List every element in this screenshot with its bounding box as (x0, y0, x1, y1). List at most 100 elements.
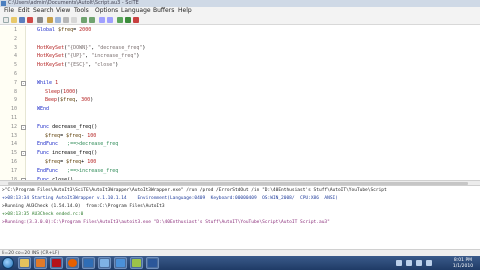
menu-edit[interactable]: Edit (18, 7, 30, 15)
flag-icon[interactable] (416, 260, 422, 266)
code-line[interactable]: 17 EndFunc ;==>increase_freq (0, 167, 480, 176)
undo-icon[interactable] (81, 17, 87, 23)
open-folder-icon[interactable] (11, 17, 17, 23)
code-text: EndFunc ;==>decrease_freq (37, 141, 119, 148)
firefox-icon[interactable] (66, 257, 79, 269)
redo-icon[interactable] (89, 17, 95, 23)
line-number: 4 (13, 53, 17, 60)
stop-icon[interactable] (133, 17, 139, 23)
find-icon[interactable] (99, 17, 105, 23)
menu-search[interactable]: Search (33, 7, 54, 15)
line-number: 6 (13, 71, 17, 77)
line-number: 9 (13, 97, 17, 104)
menu-language[interactable]: Language (121, 7, 151, 15)
window-title: C:\Users\admin\Documents\AutoIt\Script.a… (8, 0, 139, 6)
line-number: 13 (10, 132, 17, 139)
code-line[interactable]: 1 Global $freq= 2000 (0, 26, 480, 35)
line-number: 7 (13, 79, 17, 86)
output-line: +>08:13:35 AU3Check ended.rc:0 (2, 212, 84, 217)
fold-toggle-icon[interactable]: - (21, 124, 26, 130)
save-icon[interactable] (19, 17, 25, 23)
menu-view[interactable]: View (56, 7, 70, 15)
code-text: HotKeySet("{DOWN}", "decrease_freq") (37, 44, 146, 51)
notepad-icon[interactable] (98, 257, 111, 269)
code-line[interactable]: 13 $freq= $freq- 100 (0, 132, 480, 141)
new-file-icon[interactable] (3, 17, 9, 23)
code-text: Beep($freq, 300) (45, 97, 94, 104)
line-number: 2 (13, 35, 17, 42)
replace-icon[interactable] (107, 17, 113, 23)
remote-desktop-icon[interactable] (114, 257, 127, 269)
code-line[interactable]: 5 HotKeySet("{ESC}", "close") (0, 61, 480, 70)
code-text: $freq= $freq+ 100 (45, 159, 97, 165)
menu-tools[interactable]: Tools (74, 7, 89, 15)
output-pane[interactable]: >"C:\Program Files\AutoIt3\SciTE\AutoIt3… (0, 185, 480, 249)
clock-date: 1/1/2010 (452, 264, 474, 269)
paint-icon[interactable] (130, 257, 143, 269)
filezilla-icon[interactable] (50, 257, 63, 269)
line-number: 17 (10, 167, 17, 174)
code-text: WEnd (37, 106, 50, 113)
word-icon[interactable] (146, 257, 159, 269)
line-number: 1 (13, 27, 17, 33)
code-line[interactable]: 6 (0, 70, 480, 79)
code-line[interactable]: 8 Sleep(1000) (0, 88, 480, 97)
media-player-icon[interactable] (34, 257, 47, 269)
menu-help[interactable]: Help (178, 7, 192, 15)
code-text: Func increase_freq() (37, 150, 98, 157)
windows-explorer-icon[interactable] (18, 257, 31, 269)
output-line: >"C:\Program Files\AutoIt3\SciTE\AutoIt3… (2, 188, 387, 193)
line-number: 10 (10, 106, 17, 113)
code-text: Func decrease_freq() (37, 123, 98, 130)
cut-icon[interactable] (47, 17, 53, 23)
code-line[interactable]: 10 WEnd (0, 105, 480, 114)
toolbar (0, 15, 480, 25)
menu-bar: File Edit Search View Tools Options Lang… (0, 7, 480, 15)
compile-icon[interactable] (117, 17, 123, 23)
code-line[interactable]: 12- Func decrease_freq() (0, 123, 480, 132)
line-number: 15 (10, 150, 17, 157)
code-text: HotKeySet("{UP}", "increase_freq") (37, 53, 140, 60)
delete-icon[interactable] (71, 17, 77, 23)
code-line[interactable]: 2 (0, 35, 480, 44)
line-number: 11 (10, 115, 17, 121)
line-number: 8 (13, 88, 17, 95)
clock-time: 8:01 PM (453, 258, 473, 263)
copy-icon[interactable] (55, 17, 61, 23)
code-text: $freq= $freq- 100 (45, 132, 97, 139)
code-line[interactable]: 7- While 1 (0, 79, 480, 88)
close-file-icon[interactable] (27, 17, 33, 23)
network-icon[interactable] (396, 260, 402, 266)
output-line: >Running:(3.3.0.0):C:\Program Files\Auto… (2, 220, 330, 225)
output-line: +>08:13:34 Starting AutoIt3Wrapper v.1.1… (2, 196, 338, 201)
clock[interactable]: 8:01 PM 1/1/2010 (450, 257, 476, 269)
menu-buffers[interactable]: Buffers (153, 7, 174, 15)
code-line[interactable]: 11 (0, 114, 480, 123)
scite-icon[interactable] (82, 257, 95, 269)
code-line[interactable]: 3 HotKeySet("{DOWN}", "decrease_freq") (0, 44, 480, 53)
paste-icon[interactable] (63, 17, 69, 23)
system-tray: 8:01 PM 1/1/2010 (392, 257, 480, 269)
line-number: 16 (10, 159, 17, 165)
code-line[interactable]: 9 Beep($freq, 300) (0, 96, 480, 105)
start-button[interactable] (2, 257, 14, 269)
output-line: >Running AU3Check (1.54.14.0) from:C:\Pr… (2, 204, 165, 209)
code-line[interactable]: 16 $freq= $freq+ 100 (0, 158, 480, 167)
run-icon[interactable] (125, 17, 131, 23)
line-number: 12 (10, 123, 17, 130)
fold-toggle-icon[interactable]: - (21, 151, 26, 157)
menu-file[interactable]: File (4, 7, 14, 15)
code-line[interactable]: 15- Func increase_freq() (0, 149, 480, 158)
menu-options[interactable]: Options (95, 7, 118, 15)
code-line[interactable]: 4 HotKeySet("{UP}", "increase_freq") (0, 52, 480, 61)
battery-icon[interactable] (426, 260, 432, 266)
status-bar: li=20 co=20 INS (CR+LF) (0, 249, 480, 256)
code-text: HotKeySet("{ESC}", "close") (37, 62, 119, 69)
fold-toggle-icon[interactable]: - (21, 80, 26, 86)
title-bar: C:\Users\admin\Documents\AutoIt\Script.a… (0, 0, 480, 7)
print-icon[interactable] (37, 17, 43, 23)
code-line[interactable]: 14 EndFunc ;==>decrease_freq (0, 140, 480, 149)
code-editor[interactable]: 1 Global $freq= 2000 2 3 HotKeySet("{DOWN}",… (0, 26, 480, 202)
volume-icon[interactable] (406, 260, 412, 266)
code-text: Sleep(1000) (45, 88, 79, 95)
